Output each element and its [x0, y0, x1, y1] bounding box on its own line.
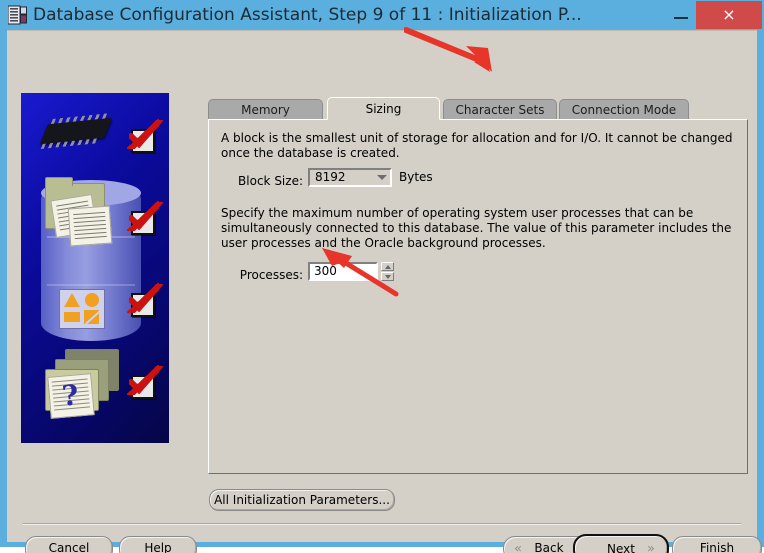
block-size-units: Bytes	[399, 170, 433, 184]
tab-character-sets[interactable]: Character Sets	[443, 99, 557, 119]
dialog-client-area: ? Memory Sizing Character Sets Connectio…	[7, 30, 762, 553]
question-mark-glyph: ?	[60, 378, 80, 413]
cpu-chip-icon	[39, 113, 113, 149]
tab-memory[interactable]: Memory	[208, 99, 323, 119]
spinner-up-button[interactable]	[381, 262, 394, 271]
footer-divider	[23, 523, 741, 525]
block-size-dropdown[interactable]: 8192	[308, 168, 392, 187]
navigation-button-group: « Back Next »	[503, 534, 669, 553]
minimize-button[interactable]	[664, 0, 698, 29]
block-size-value: 8192	[315, 170, 346, 184]
chevron-down-icon	[377, 175, 387, 180]
close-button[interactable]: ×	[696, 1, 762, 29]
checkmark-4	[127, 365, 163, 399]
sizing-tab-panel: A block is the smallest unit of storage …	[208, 119, 748, 474]
next-mnemonic: N	[607, 542, 616, 553]
application-window: Database Configuration Assistant, Step 9…	[0, 0, 764, 553]
help-button[interactable]: Help	[119, 536, 197, 553]
folder-documents-icon	[43, 177, 117, 247]
database-config-icon	[7, 5, 27, 25]
next-button[interactable]: Next »	[573, 534, 669, 553]
tab-sizing[interactable]: Sizing	[327, 97, 440, 120]
screenshot-root: Database Configuration Assistant, Step 9…	[0, 0, 764, 553]
processes-stepper[interactable]: 300	[308, 262, 394, 281]
tab-strip: Memory Sizing Character Sets Connection …	[208, 97, 748, 120]
processes-value: 300	[314, 264, 337, 278]
block-size-label: Block Size:	[238, 174, 303, 188]
caret-down-icon	[385, 275, 391, 279]
processes-input[interactable]: 300	[308, 262, 378, 281]
back-label-rest: ack	[542, 541, 564, 553]
next-label-rest: ext	[616, 542, 635, 553]
chevron-left-icon: «	[514, 541, 522, 553]
tab-connection-mode[interactable]: Connection Mode	[559, 99, 689, 119]
wizard-illustration: ?	[21, 93, 169, 443]
window-title: Database Configuration Assistant, Step 9…	[33, 5, 582, 25]
block-size-description: A block is the smallest unit of storage …	[221, 131, 733, 160]
processes-description: Specify the maximum number of operating …	[221, 206, 732, 250]
processes-spin-buttons	[381, 262, 394, 281]
checkmark-3	[127, 283, 163, 317]
spinner-down-button[interactable]	[381, 272, 394, 281]
finish-label-rest: inish	[705, 541, 735, 553]
back-mnemonic: B	[534, 541, 543, 553]
caret-up-icon	[385, 265, 391, 269]
finish-button[interactable]: Finish	[672, 536, 762, 553]
checkmark-2	[127, 201, 163, 235]
cancel-button[interactable]: Cancel	[25, 536, 113, 553]
processes-label: Processes:	[239, 268, 303, 282]
chevron-right-icon: »	[647, 541, 655, 553]
close-icon: ×	[722, 5, 736, 24]
title-bar: Database Configuration Assistant, Step 9…	[0, 0, 764, 30]
all-initialization-parameters-button[interactable]: All Initialization Parameters...	[209, 489, 395, 511]
checkmark-1	[127, 119, 163, 153]
folder-stack-icon: ?	[39, 349, 123, 419]
shapes-palette-icon	[59, 289, 105, 329]
